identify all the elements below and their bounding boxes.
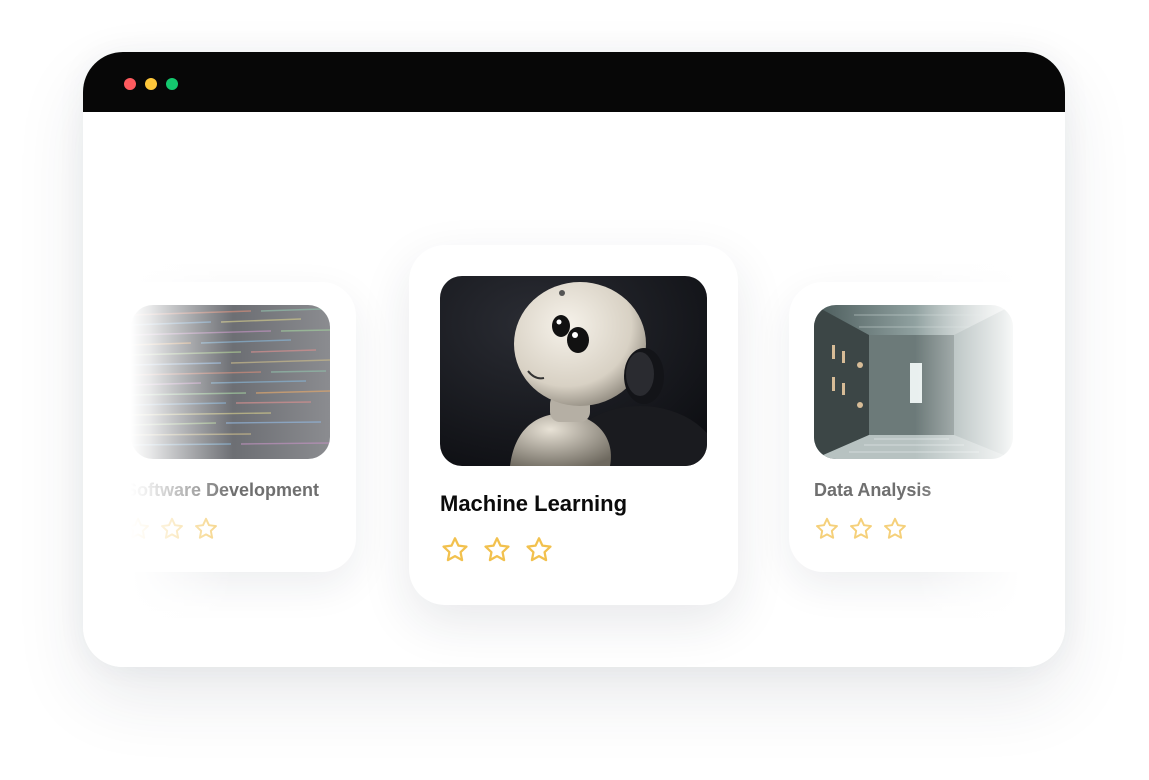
rating-stars[interactable]: [814, 516, 908, 542]
course-card-data-analysis[interactable]: Data Analysis: [789, 282, 1065, 572]
star-icon[interactable]: [524, 535, 554, 565]
server-room-image: [814, 305, 1013, 459]
star-icon[interactable]: [193, 516, 219, 542]
minimize-window-button[interactable]: [145, 78, 157, 90]
star-icon[interactable]: [440, 535, 470, 565]
code-screen-image: [131, 305, 330, 459]
star-icon[interactable]: [159, 516, 185, 542]
carousel: Software Development Machine Learning Da…: [83, 112, 1065, 667]
robot-image: [440, 276, 707, 466]
star-icon[interactable]: [814, 516, 840, 542]
course-title: Machine Learning: [440, 491, 628, 516]
course-title: Software Development: [125, 480, 320, 500]
course-card-machine-learning[interactable]: Machine Learning: [409, 245, 738, 605]
browser-window: Software Development Machine Learning Da…: [83, 52, 1065, 667]
rating-stars[interactable]: [125, 516, 219, 542]
star-icon[interactable]: [848, 516, 874, 542]
window-titlebar: [83, 52, 1065, 112]
star-icon[interactable]: [125, 516, 151, 542]
close-window-button[interactable]: [124, 78, 136, 90]
course-card-software-development[interactable]: Software Development: [83, 282, 356, 572]
rating-stars[interactable]: [440, 535, 554, 565]
star-icon[interactable]: [482, 535, 512, 565]
star-icon[interactable]: [882, 516, 908, 542]
course-title: Data Analysis: [814, 480, 932, 500]
maximize-window-button[interactable]: [166, 78, 178, 90]
